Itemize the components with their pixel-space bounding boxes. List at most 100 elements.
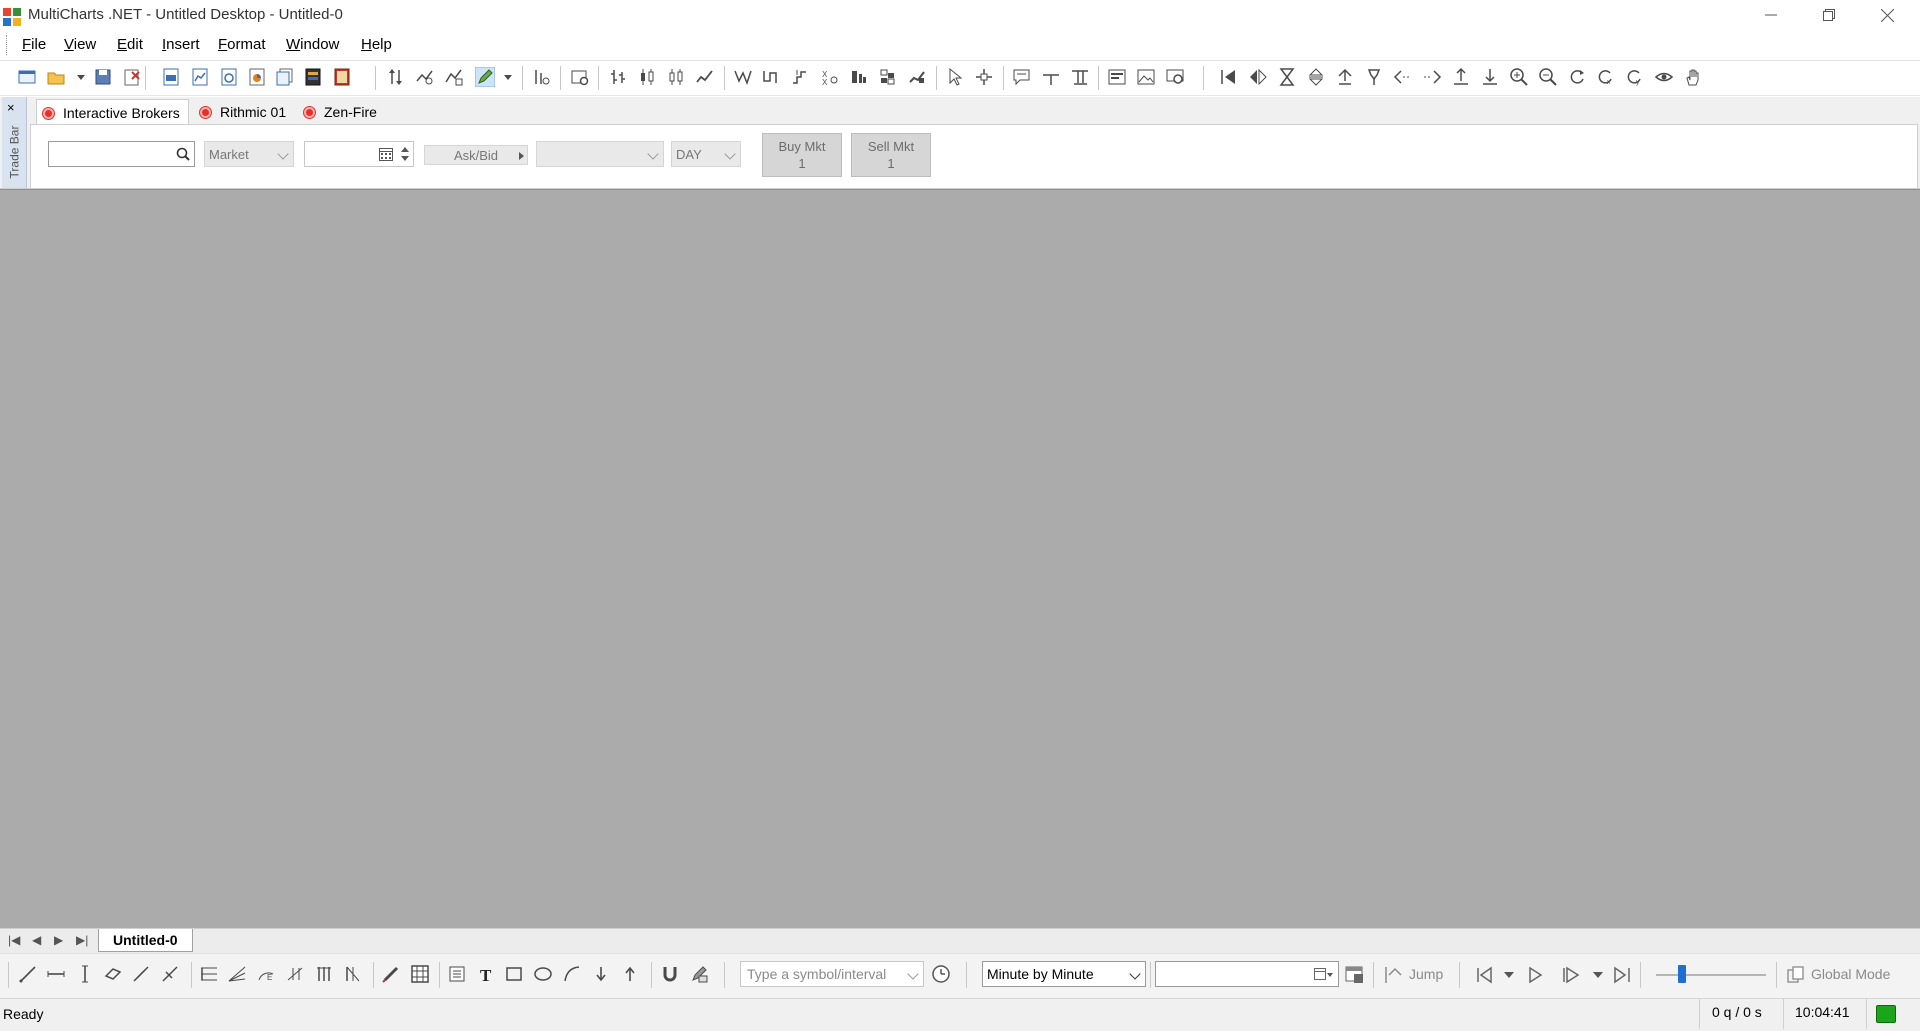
point-figure-icon[interactable]: XX — [819, 66, 841, 88]
text-list-icon[interactable] — [446, 963, 468, 985]
chevron-down-icon[interactable] — [1504, 971, 1514, 979]
hand-icon[interactable] — [1682, 66, 1704, 88]
fib-time-icon[interactable] — [284, 963, 306, 985]
account-select[interactable] — [536, 141, 664, 167]
expand-v-icon[interactable] — [1305, 66, 1327, 88]
last-sheet-icon[interactable]: ▶| — [76, 933, 88, 947]
jump-icon[interactable] — [1383, 965, 1403, 985]
close-doc-icon[interactable] — [121, 66, 143, 88]
kagi-icon[interactable] — [761, 66, 783, 88]
global-mode-label[interactable]: Global Mode — [1811, 966, 1890, 982]
footprint-icon[interactable] — [906, 66, 928, 88]
candle-icon[interactable] — [636, 66, 658, 88]
pencil-icon[interactable] — [380, 963, 402, 985]
order-line2-icon[interactable] — [1069, 66, 1091, 88]
magnet-icon[interactable] — [659, 963, 681, 985]
menu-insert[interactable]: Insert — [162, 36, 200, 53]
symbol-input[interactable] — [48, 141, 195, 167]
buy-market-button[interactable]: Buy Mkt 1 — [762, 133, 842, 177]
arrow-left-dash-icon[interactable] — [1392, 66, 1414, 88]
open-folder-icon[interactable] — [45, 66, 67, 88]
menu-file[interactable]: File — [22, 36, 46, 53]
rotate-x-icon[interactable]: x — [1595, 66, 1617, 88]
tab-interactive-brokers[interactable]: Interactive Brokers — [36, 99, 189, 126]
date-picker-icon[interactable] — [1314, 967, 1334, 981]
menu-window[interactable]: Window — [286, 36, 339, 53]
search-icon[interactable] — [176, 147, 190, 161]
panel-icon[interactable] — [1106, 66, 1128, 88]
arc-icon[interactable] — [561, 963, 583, 985]
screen-settings-icon[interactable] — [1164, 66, 1186, 88]
strategy-icon[interactable] — [443, 66, 465, 88]
cluster-icon[interactable] — [877, 66, 899, 88]
dropdown-icon[interactable] — [497, 66, 519, 88]
picture-icon[interactable] — [1135, 66, 1157, 88]
dropdown-icon[interactable] — [70, 66, 92, 88]
sell-market-button[interactable]: Sell Mkt 1 — [851, 133, 931, 177]
step-forward-icon[interactable] — [1561, 966, 1581, 984]
sheet-tab-untitled-0[interactable]: Untitled-0 — [98, 929, 193, 952]
global-mode-icon[interactable] — [1786, 965, 1806, 985]
symbol-interval-input[interactable]: Type a symbol/interval — [740, 961, 924, 987]
grid-icon[interactable] — [409, 963, 431, 985]
doc-blue-icon[interactable] — [160, 66, 182, 88]
tab-zen-fire[interactable]: Zen-Fire — [298, 99, 385, 125]
cursor-icon[interactable] — [944, 66, 966, 88]
rotate-icon[interactable] — [1566, 66, 1588, 88]
tab-rithmic-01[interactable]: Rithmic 01 — [194, 99, 294, 125]
first-sheet-icon[interactable]: |◀ — [8, 933, 20, 947]
next-sheet-icon[interactable]: ▶ — [54, 933, 63, 947]
go-first-bar-icon[interactable] — [1475, 966, 1495, 984]
arrow-up-icon[interactable] — [619, 963, 641, 985]
parallel-icon[interactable] — [130, 963, 152, 985]
up-arrow-bar-icon[interactable] — [1334, 66, 1356, 88]
hourglass-icon[interactable] — [1276, 66, 1298, 88]
cycle-icon[interactable] — [313, 963, 335, 985]
zoom-slider-thumb[interactable] — [1678, 965, 1686, 983]
close-button[interactable] — [1858, 0, 1916, 30]
line-chart-icon[interactable] — [694, 66, 716, 88]
scroll-both-icon[interactable] — [1247, 66, 1269, 88]
new-workspace-icon[interactable] — [16, 66, 38, 88]
play-icon[interactable] — [1526, 966, 1544, 984]
ellipse-icon[interactable] — [532, 963, 554, 985]
calendar-icon[interactable] — [379, 147, 393, 161]
rotate-y-icon[interactable]: y — [1624, 66, 1646, 88]
doc-stack-icon[interactable] — [274, 66, 296, 88]
price-mode-button[interactable]: Ask/Bid — [424, 145, 528, 165]
bars-down-icon[interactable] — [1479, 66, 1501, 88]
hline-icon[interactable] — [45, 963, 67, 985]
menu-format[interactable]: Format — [218, 36, 266, 53]
gann-icon[interactable] — [342, 963, 364, 985]
chart-workspace[interactable] — [0, 189, 1920, 928]
crosshair-icon[interactable] — [973, 66, 995, 88]
prev-sheet-icon[interactable]: ◀ — [32, 933, 41, 947]
order-line-icon[interactable] — [1040, 66, 1062, 88]
doc-chart-icon[interactable] — [189, 66, 211, 88]
book-icon[interactable] — [331, 66, 353, 88]
dom-icon[interactable] — [530, 66, 552, 88]
fib-arc-icon[interactable]: E — [255, 963, 277, 985]
zoom-slider-track[interactable] — [1656, 974, 1766, 976]
bars-updown-icon[interactable] — [385, 66, 407, 88]
text-icon[interactable]: T — [475, 963, 497, 985]
tif-select[interactable]: DAY — [671, 141, 741, 167]
zoom-out-icon[interactable] — [1537, 66, 1559, 88]
window-gear-icon[interactable] — [569, 66, 591, 88]
arrow-down-icon[interactable] — [590, 963, 612, 985]
eye-gear-icon[interactable] — [1653, 66, 1675, 88]
spin-arrows-icon[interactable] — [400, 145, 410, 163]
trendline-icon[interactable] — [17, 963, 39, 985]
bars-up-icon[interactable] — [1450, 66, 1472, 88]
scroll-left-icon[interactable] — [1218, 66, 1240, 88]
doc-dark-icon[interactable] — [302, 66, 324, 88]
fib-fan-icon[interactable] — [226, 963, 248, 985]
calendar-settings-icon[interactable] — [1345, 964, 1365, 984]
volume-profile-icon[interactable] — [848, 66, 870, 88]
step-icon[interactable] — [790, 66, 812, 88]
tooltip-icon[interactable] — [1011, 66, 1033, 88]
fib-ret-icon[interactable] — [198, 963, 220, 985]
save-icon[interactable] — [92, 66, 114, 88]
arrow-right-dash-icon[interactable] — [1421, 66, 1443, 88]
date-field[interactable] — [1155, 961, 1339, 987]
